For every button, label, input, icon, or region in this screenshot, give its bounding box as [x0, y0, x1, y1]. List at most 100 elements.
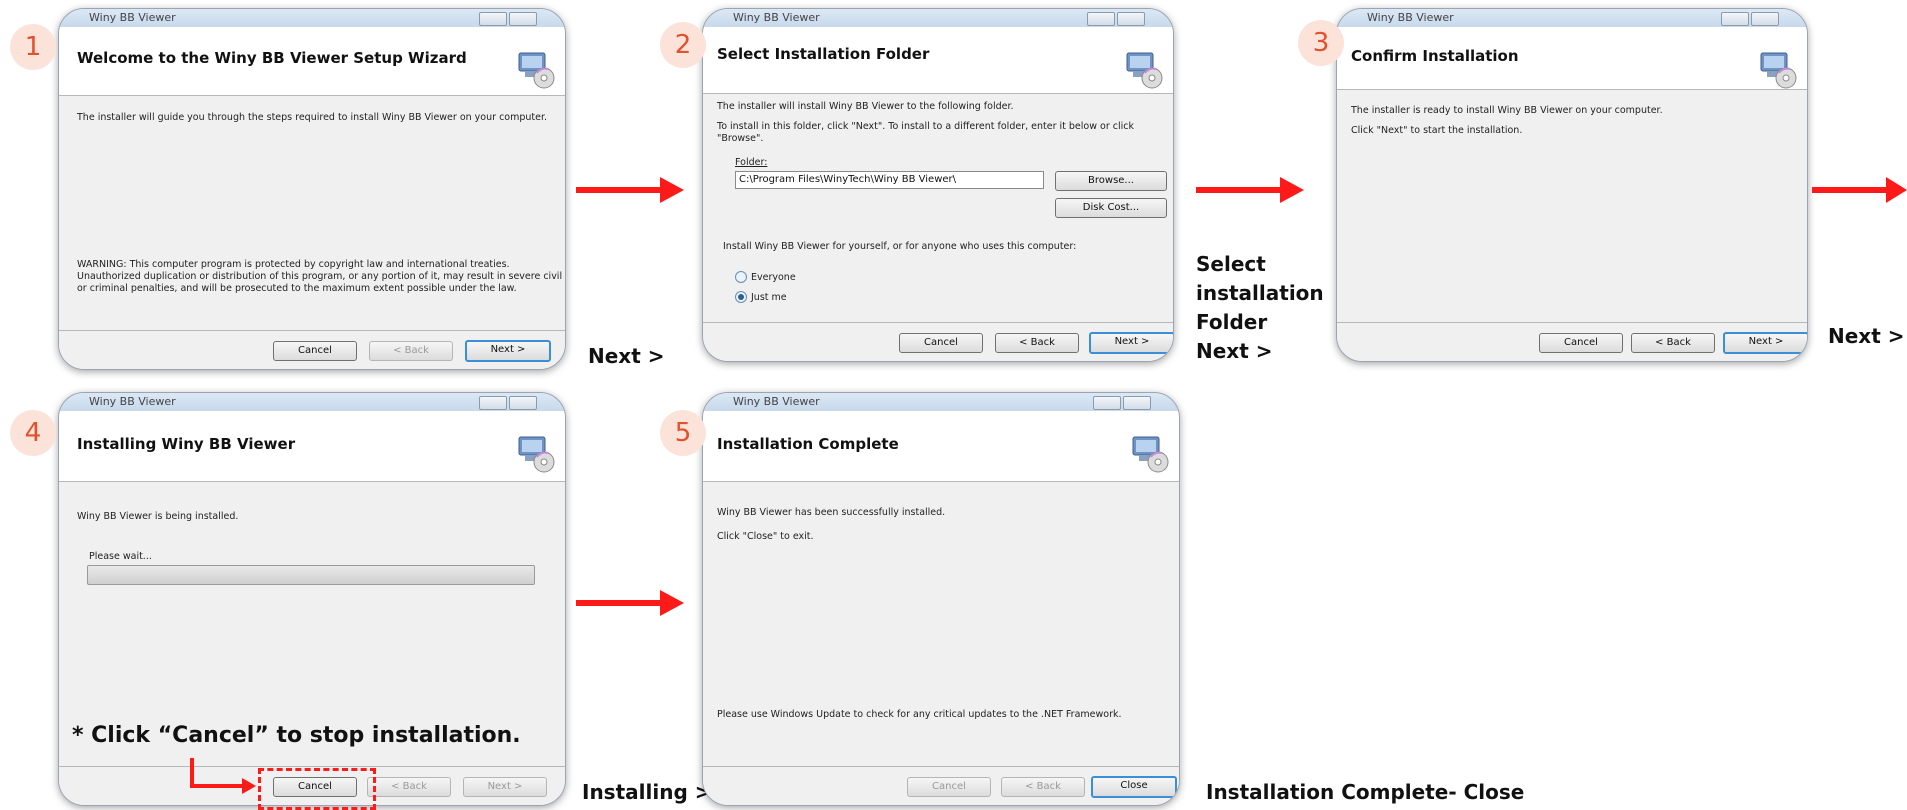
- wizard-heading: Confirm Installation: [1351, 47, 1519, 65]
- window-title: Winy BB Viewer: [89, 395, 176, 408]
- computer-cd-icon: [518, 436, 555, 473]
- close-button[interactable]: Close: [1091, 776, 1177, 798]
- window-controls[interactable]: [479, 11, 539, 26]
- caption-line: installation: [1196, 281, 1324, 305]
- cancel-pointer-arrow: [190, 758, 256, 794]
- click-close-text: Click "Close" to exit.: [717, 531, 814, 542]
- window-controls[interactable]: [1093, 395, 1153, 410]
- step-badge-1: 1: [10, 24, 56, 70]
- window-controls[interactable]: [1721, 11, 1781, 26]
- step-badge-2: 2: [660, 22, 706, 68]
- wizard-header: Installing Winy BB Viewer: [59, 411, 565, 482]
- step-badge-4: 4: [10, 410, 56, 456]
- step3-window: Winy BB Viewer Confirm Installation The …: [1336, 8, 1808, 362]
- window-title: Winy BB Viewer: [89, 11, 176, 24]
- next-button[interactable]: Next >: [1089, 332, 1173, 354]
- please-wait-text: Please wait...: [89, 551, 152, 562]
- minimize-icon[interactable]: [1093, 396, 1121, 410]
- wizard-header: Select Installation Folder: [703, 27, 1173, 94]
- arrow-icon: [576, 590, 684, 616]
- maximize-icon[interactable]: [1751, 12, 1779, 26]
- ready-text: The installer is ready to install Winy B…: [1351, 105, 1663, 116]
- click-next-text: Click "Next" to start the installation.: [1351, 125, 1523, 136]
- cancel-highlight-box: [258, 768, 376, 810]
- wizard-header: Confirm Installation: [1337, 27, 1807, 90]
- window-title: Winy BB Viewer: [733, 11, 820, 24]
- everyone-radio[interactable]: [735, 271, 747, 283]
- maximize-icon[interactable]: [1117, 12, 1145, 26]
- maximize-icon[interactable]: [509, 396, 537, 410]
- caption-line: Folder: [1196, 310, 1268, 334]
- cancel-button[interactable]: Cancel: [907, 777, 991, 797]
- step2-window: Winy BB Viewer Select Installation Folde…: [702, 8, 1174, 362]
- cancel-button[interactable]: Cancel: [899, 333, 983, 353]
- step3-caption: Next >: [1828, 324, 1905, 348]
- step5-window: Winy BB Viewer Installation Complete Win…: [702, 392, 1180, 806]
- back-button[interactable]: < Back: [1001, 777, 1085, 797]
- minimize-icon[interactable]: [479, 396, 507, 410]
- folder-path-input[interactable]: C:\Program Files\WinyTech\Winy BB Viewer…: [735, 171, 1044, 189]
- cancel-button[interactable]: Cancel: [1539, 333, 1623, 353]
- computer-cd-icon: [518, 52, 555, 89]
- title-bar: Winy BB Viewer: [1337, 9, 1807, 28]
- title-bar: Winy BB Viewer: [59, 393, 565, 412]
- caption-line: Next >: [1196, 339, 1273, 363]
- minimize-icon[interactable]: [479, 12, 507, 26]
- step1-caption: Next >: [588, 344, 665, 368]
- computer-cd-icon: [1760, 52, 1797, 89]
- arrow-icon: [1196, 177, 1304, 203]
- wizard-footer: Cancel < Back Next >: [59, 330, 565, 369]
- wizard-heading: Welcome to the Winy BB Viewer Setup Wiza…: [77, 49, 467, 67]
- window-controls[interactable]: [1087, 11, 1147, 26]
- back-button[interactable]: < Back: [367, 777, 451, 797]
- wizard-header: Welcome to the Winy BB Viewer Setup Wiza…: [59, 27, 565, 96]
- next-button[interactable]: Next >: [1723, 332, 1807, 354]
- arrow-icon: [576, 177, 684, 203]
- maximize-icon[interactable]: [509, 12, 537, 26]
- computer-cd-icon: [1126, 52, 1163, 89]
- step-badge-3: 3: [1298, 20, 1344, 66]
- minimize-icon[interactable]: [1087, 12, 1115, 26]
- wizard-footer: Cancel < Back Close: [703, 766, 1179, 805]
- next-button[interactable]: Next >: [463, 777, 547, 797]
- just-me-label: Just me: [751, 292, 787, 303]
- scope-text: Install Winy BB Viewer for yourself, or …: [723, 241, 1077, 252]
- browse-button[interactable]: Browse...: [1055, 171, 1167, 191]
- just-me-radio[interactable]: [735, 291, 747, 303]
- being-installed-text: Winy BB Viewer is being installed.: [77, 511, 239, 522]
- next-button[interactable]: Next >: [465, 340, 551, 362]
- instructions-text: To install in this folder, click "Next".…: [717, 121, 1134, 145]
- back-button[interactable]: < Back: [369, 341, 453, 361]
- back-button[interactable]: < Back: [995, 333, 1079, 353]
- warning-line-3: or criminal penalties, and will be prose…: [77, 283, 517, 294]
- computer-cd-icon: [1132, 436, 1169, 473]
- cancel-button[interactable]: Cancel: [273, 341, 357, 361]
- disk-cost-button[interactable]: Disk Cost...: [1055, 198, 1167, 218]
- success-text: Winy BB Viewer has been successfully ins…: [717, 507, 946, 518]
- step2-caption: Select installation Folder Next >: [1196, 250, 1324, 366]
- intro-text: The installer will guide you through the…: [77, 112, 548, 123]
- windows-update-note: Please use Windows Update to check for a…: [717, 709, 1122, 720]
- window-controls[interactable]: [479, 395, 539, 410]
- step5-caption: Installation Complete- Close: [1206, 780, 1525, 804]
- step-badge-5: 5: [660, 410, 706, 456]
- window-title: Winy BB Viewer: [1367, 11, 1454, 24]
- minimize-icon[interactable]: [1721, 12, 1749, 26]
- title-bar: Winy BB Viewer: [703, 393, 1179, 412]
- progress-bar: [87, 565, 535, 585]
- back-button[interactable]: < Back: [1631, 333, 1715, 353]
- step1-window: Winy BB Viewer Welcome to the Winy BB Vi…: [58, 8, 566, 370]
- title-bar: Winy BB Viewer: [59, 9, 565, 28]
- cancel-note: * Click “Cancel” to stop installation.: [72, 723, 521, 748]
- wizard-heading: Installation Complete: [717, 435, 899, 453]
- wizard-header: Installation Complete: [703, 411, 1179, 482]
- warning-line-1: WARNING: This computer program is protec…: [77, 259, 510, 270]
- title-bar: Winy BB Viewer: [703, 9, 1173, 28]
- wizard-heading: Installing Winy BB Viewer: [77, 435, 296, 453]
- everyone-label: Everyone: [751, 272, 796, 283]
- wizard-footer: Cancel < Back Next >: [1337, 322, 1807, 361]
- install-folder-text: The installer will install Winy BB Viewe…: [717, 101, 1014, 112]
- warning-line-2: Unauthorized duplication or distribution…: [77, 271, 563, 282]
- maximize-icon[interactable]: [1123, 396, 1151, 410]
- caption-line: Select: [1196, 252, 1266, 276]
